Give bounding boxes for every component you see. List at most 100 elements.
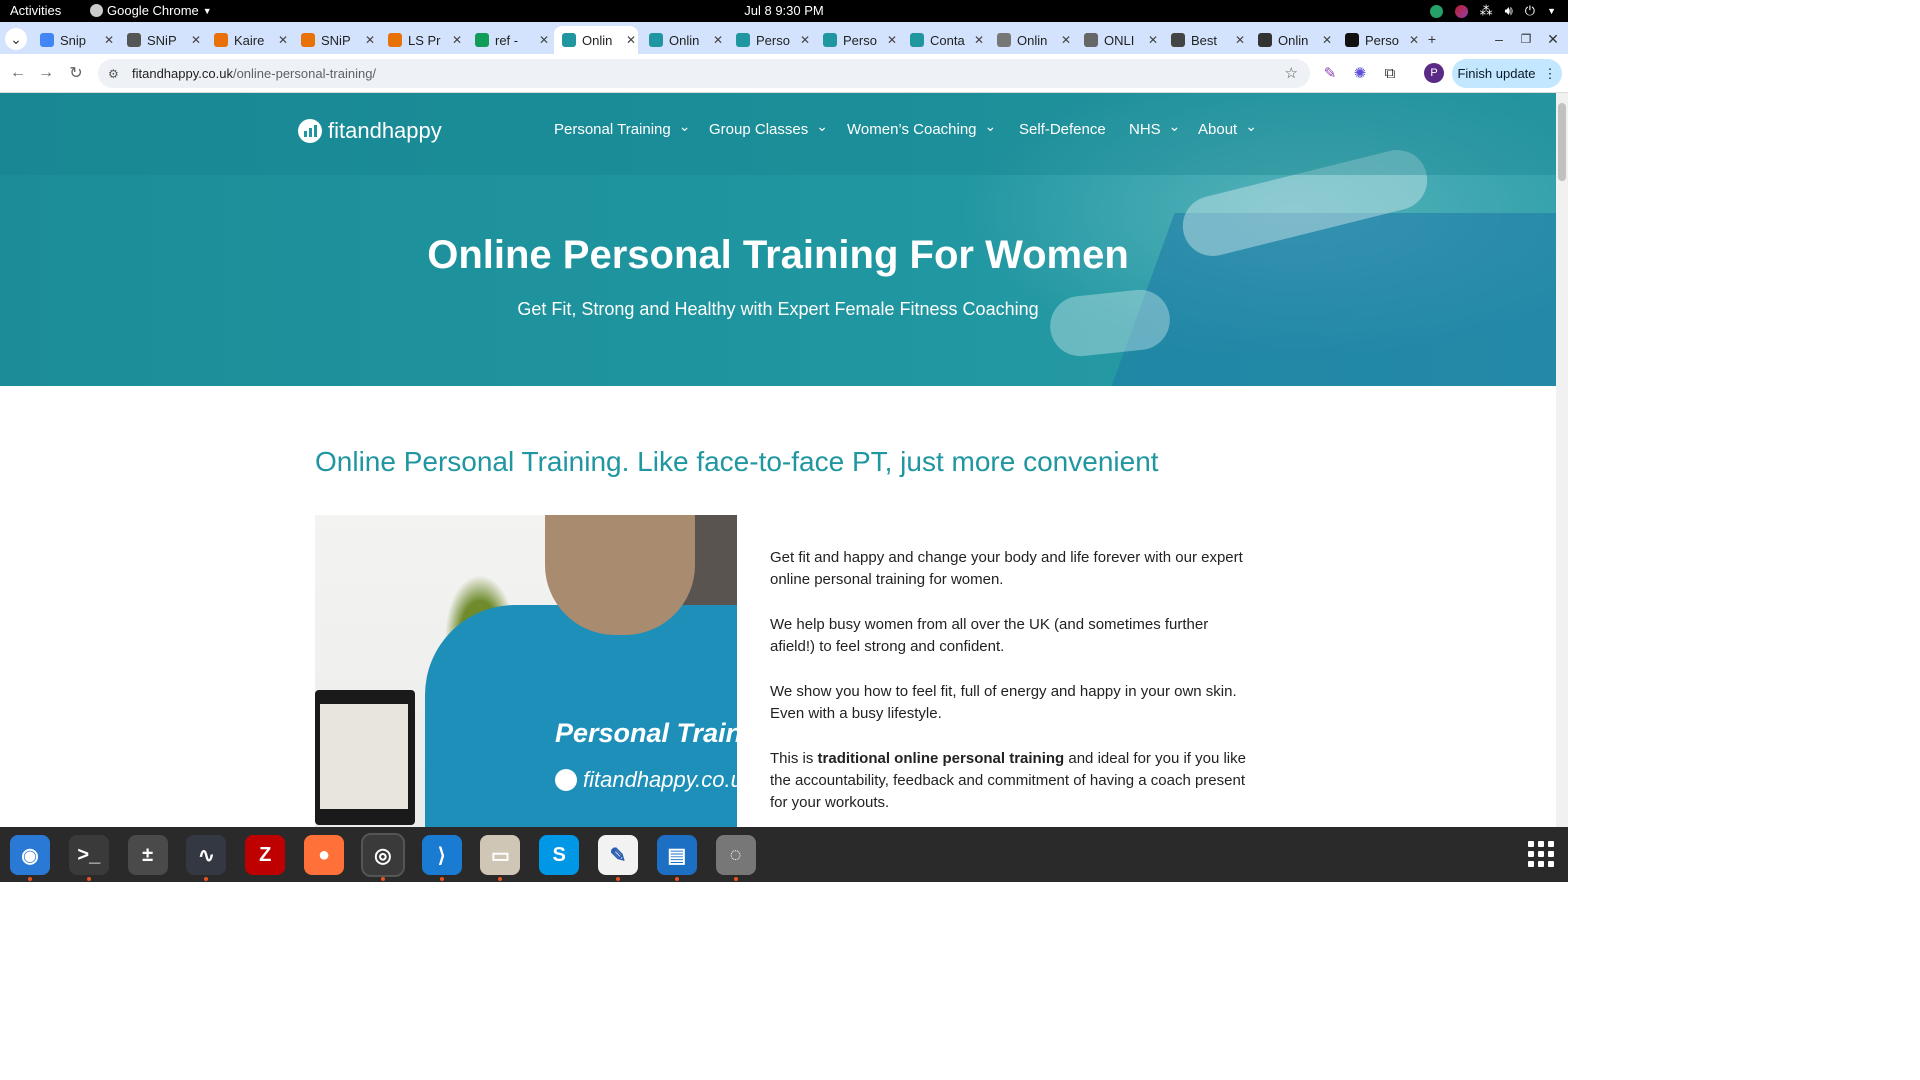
extensions-puzzle-icon[interactable]: ⧉ (1380, 63, 1400, 83)
tab-title: Kaire (234, 32, 265, 48)
site-logo[interactable]: fitandhappy (298, 118, 442, 144)
browser-tab[interactable]: Snip ✕ (32, 26, 116, 54)
network-icon[interactable]: ⁂ (1480, 3, 1493, 19)
system-monitor-icon[interactable]: ∿ (186, 835, 227, 881)
browser-tab[interactable]: SNiP ✕ (293, 26, 377, 54)
volume-icon[interactable]: 🔊︎ (1505, 3, 1513, 19)
forward-button[interactable]: → (34, 61, 58, 85)
tab-close-icon[interactable]: ✕ (626, 33, 636, 47)
nav-item[interactable]: NHS ⌄ (1129, 118, 1180, 138)
page-scrollbar[interactable] (1556, 93, 1568, 827)
tab-favicon-icon (127, 33, 141, 47)
skype-icon[interactable]: S (539, 835, 580, 875)
disks-icon[interactable]: ◌ (715, 835, 756, 881)
browser-tab[interactable]: Onlin ✕ (554, 26, 638, 54)
running-indicator (380, 877, 385, 881)
tab-close-icon[interactable]: ✕ (974, 33, 984, 47)
terminal-icon[interactable]: >_ (68, 835, 109, 881)
browser-tab[interactable]: Onlin ✕ (641, 26, 725, 54)
calculator-icon[interactable]: ± (127, 835, 168, 875)
intro-paragraph-3: We show you how to feel fit, full of ene… (770, 683, 1237, 722)
tab-search-button[interactable]: ⌄ (5, 28, 27, 50)
bookmark-star-icon[interactable]: ☆ (1285, 64, 1298, 82)
nav-item-label: Personal Training (554, 121, 671, 138)
browser-tab[interactable]: Best ✕ (1163, 26, 1247, 54)
update-check-icon[interactable] (1429, 4, 1443, 18)
nav-item[interactable]: Personal Training ⌄ (554, 118, 690, 138)
nav-item-label: Group Classes (709, 121, 809, 138)
caret-down-icon: ▼ (202, 5, 212, 16)
nav-item[interactable]: Women’s Coaching ⌄ (847, 118, 996, 138)
browser-tab[interactable]: Onlin ✕ (1250, 26, 1334, 54)
chevron-down-icon: ⌄ (1245, 118, 1257, 134)
tab-close-icon[interactable]: ✕ (713, 33, 723, 47)
address-bar[interactable]: ⚙ fitandhappy.co.uk/online-personal-trai… (98, 59, 1310, 88)
clock[interactable]: Jul 8 9:30 PM (744, 3, 824, 18)
close-window-button[interactable]: ✕ (1542, 28, 1564, 50)
tab-close-icon[interactable]: ✕ (1061, 33, 1071, 47)
tab-close-icon[interactable]: ✕ (365, 33, 375, 47)
activities-button[interactable]: Activities (10, 3, 61, 18)
shirt-print-text: Personal Traine (555, 718, 737, 748)
tab-close-icon[interactable]: ✕ (800, 33, 810, 47)
tab-close-icon[interactable]: ✕ (191, 33, 201, 47)
caret-down-icon[interactable]: ▼ (1547, 6, 1556, 16)
tab-close-icon[interactable]: ✕ (887, 33, 897, 47)
browser-tab[interactable]: Onlin ✕ (989, 26, 1073, 54)
back-button[interactable]: ← (6, 61, 30, 85)
browser-tab[interactable]: Perso ✕ (815, 26, 899, 54)
color-picker-icon[interactable] (1454, 4, 1468, 18)
url-text[interactable]: fitandhappy.co.uk/online-personal-traini… (132, 66, 376, 81)
page-viewport: fitandhappy Personal Training ⌄ Group Clas… (0, 93, 1556, 827)
browser-tab[interactable]: Conta ✕ (902, 26, 986, 54)
intro-paragraph-2: We help busy women from all over the UK … (770, 616, 1209, 655)
tab-close-icon[interactable]: ✕ (104, 33, 114, 47)
thunderbird-icon[interactable]: ◉ (10, 835, 50, 881)
files-icon[interactable]: ▭ (480, 835, 521, 881)
minimize-button[interactable]: – (1488, 28, 1510, 50)
ubuntu-dock: ◉ >_ ± ∿ Z ● ◎ ⟩ ▭ S ✎ ▤ ◌ (0, 827, 1568, 882)
tab-close-icon[interactable]: ✕ (1235, 33, 1245, 47)
firefox-icon[interactable]: ● (304, 835, 344, 875)
chrome-icon[interactable]: ◎ (360, 833, 405, 881)
tab-close-icon[interactable]: ✕ (1322, 33, 1332, 47)
new-tab-button[interactable]: + (1421, 28, 1443, 50)
pen-extension-icon[interactable]: ✎ (1320, 63, 1340, 83)
vscode-icon[interactable]: ⟩ (421, 835, 462, 881)
tab-close-icon[interactable]: ✕ (452, 33, 462, 47)
restore-button[interactable]: ❐ (1515, 28, 1537, 50)
system-tray[interactable]: ⁂ 🔊︎ ⏻ ▼ (1429, 3, 1556, 19)
sparkle-extension-icon[interactable]: ✺ (1350, 63, 1370, 83)
nav-item[interactable]: About ⌄ (1198, 118, 1257, 138)
running-indicator (439, 877, 444, 881)
nav-item[interactable]: Group Classes ⌄ (709, 118, 828, 138)
filezilla-icon[interactable]: Z (245, 835, 286, 875)
browser-tab[interactable]: Kaire ✕ (206, 26, 290, 54)
browser-tab[interactable]: Perso ✕ (1337, 26, 1421, 54)
nav-item[interactable]: Self-Defence (1019, 121, 1106, 138)
browser-tab[interactable]: LS Pr ✕ (380, 26, 464, 54)
reload-button[interactable]: ↻ (64, 61, 88, 85)
tab-close-icon[interactable]: ✕ (539, 33, 549, 47)
app-menu[interactable]: Google Chrome ▼ (90, 3, 212, 18)
power-icon[interactable]: ⏻ (1525, 3, 1535, 19)
show-apps-grid-icon[interactable] (1528, 841, 1554, 867)
site-info-icon[interactable]: ⚙ (108, 67, 122, 81)
tab-title: Perso (843, 32, 877, 48)
scrollbar-thumb[interactable] (1558, 103, 1566, 181)
browser-tab[interactable]: Perso ✕ (728, 26, 812, 54)
browser-tab[interactable]: ref - ✕ (467, 26, 551, 54)
libreoffice-writer-icon[interactable]: ▤ (656, 835, 697, 881)
tab-close-icon[interactable]: ✕ (278, 33, 288, 47)
tab-close-icon[interactable]: ✕ (1409, 33, 1419, 47)
browser-tab[interactable]: ONLI ✕ (1076, 26, 1160, 54)
finish-update-button[interactable]: Finish update ⋮ (1452, 59, 1562, 88)
text-editor-icon[interactable]: ✎ (598, 835, 638, 881)
tab-title: ONLI (1104, 32, 1135, 48)
tab-close-icon[interactable]: ✕ (1148, 33, 1158, 47)
running-indicator (28, 877, 32, 881)
tab-title: Perso (756, 32, 790, 48)
tab-strip: ⌄ Snip ✕ SNiP ✕ Kaire ✕ SNiP ✕ LS Pr ✕ ref - ✕ Onlin… (0, 22, 1568, 54)
profile-avatar[interactable]: P (1424, 63, 1444, 83)
browser-tab[interactable]: SNiP ✕ (119, 26, 203, 54)
